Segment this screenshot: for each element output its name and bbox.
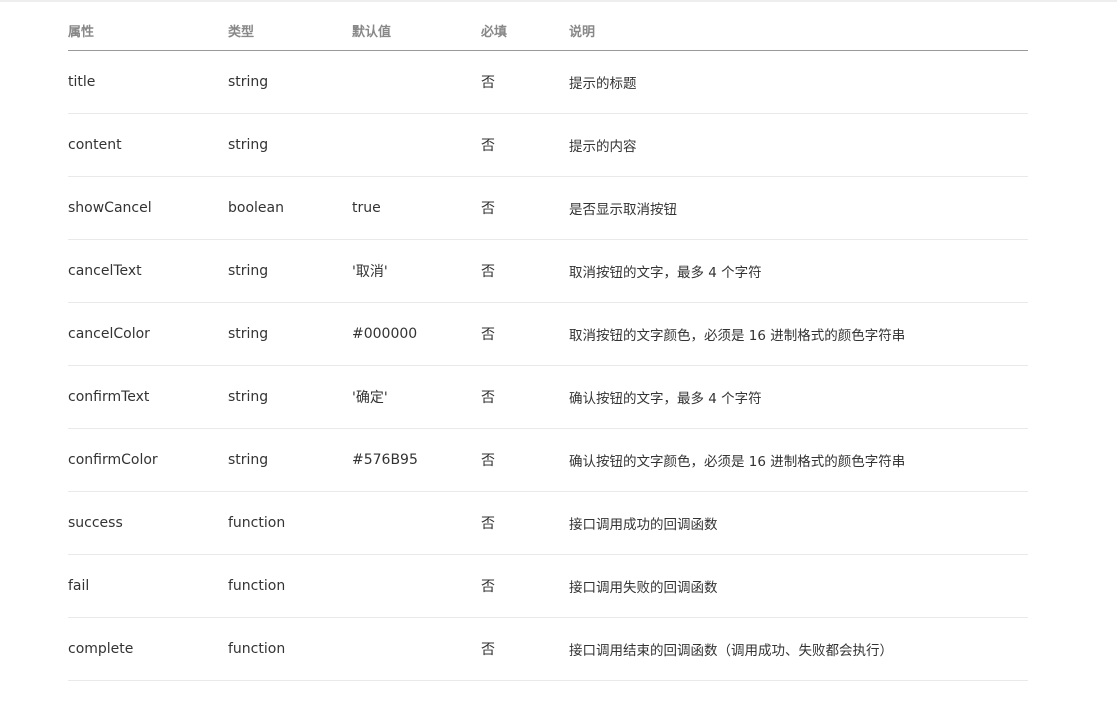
cell-type: string	[228, 302, 352, 366]
cell-type: function	[228, 617, 352, 681]
cell-required: 否	[481, 554, 569, 618]
cell-type: string	[228, 239, 352, 303]
cell-property: confirmColor	[68, 428, 228, 492]
table-row: success function 否 接口调用成功的回调函数	[68, 491, 1028, 555]
cell-default	[352, 617, 481, 681]
cell-property: content	[68, 113, 228, 177]
table-row: confirmColor string #576B95 否 确认按钮的文字颜色，…	[68, 428, 1028, 492]
cell-required: 否	[481, 491, 569, 555]
cell-required: 否	[481, 617, 569, 681]
cell-default	[352, 554, 481, 618]
cell-description: 提示的标题	[569, 50, 1028, 114]
cell-description: 接口调用成功的回调函数	[569, 491, 1028, 555]
cell-default	[352, 50, 481, 114]
cell-default: true	[352, 176, 481, 240]
cell-default	[352, 491, 481, 555]
table-header-row: 属性 类型 默认值 必填 说明	[68, 10, 1028, 51]
table-header: 属性 类型 默认值 必填 说明	[68, 10, 1028, 51]
cell-description: 接口调用结束的回调函数（调用成功、失败都会执行）	[569, 617, 1028, 681]
top-divider	[0, 0, 1117, 2]
cell-property: complete	[68, 617, 228, 681]
cell-type: string	[228, 113, 352, 177]
cell-property: title	[68, 50, 228, 114]
table-row: fail function 否 接口调用失败的回调函数	[68, 554, 1028, 618]
cell-type: function	[228, 554, 352, 618]
cell-required: 否	[481, 365, 569, 429]
cell-description: 取消按钮的文字颜色，必须是 16 进制格式的颜色字符串	[569, 302, 1028, 366]
table-row: confirmText string '确定' 否 确认按钮的文字，最多 4 个…	[68, 365, 1028, 429]
cell-property: cancelText	[68, 239, 228, 303]
cell-required: 否	[481, 113, 569, 177]
cell-default: #576B95	[352, 428, 481, 492]
cell-type: string	[228, 365, 352, 429]
header-description: 说明	[569, 10, 1028, 51]
cell-required: 否	[481, 176, 569, 240]
table-row: complete function 否 接口调用结束的回调函数（调用成功、失败都…	[68, 617, 1028, 681]
table-body: title string 否 提示的标题 content string 否 提示…	[68, 50, 1028, 681]
cell-required: 否	[481, 302, 569, 366]
cell-property: success	[68, 491, 228, 555]
cell-default: '确定'	[352, 365, 481, 429]
cell-description: 提示的内容	[569, 113, 1028, 177]
header-required: 必填	[481, 10, 569, 51]
cell-property: fail	[68, 554, 228, 618]
cell-required: 否	[481, 428, 569, 492]
header-default: 默认值	[352, 10, 481, 51]
parameter-table: 属性 类型 默认值 必填 说明 title string 否 提示的标题 con…	[68, 10, 1028, 681]
cell-property: showCancel	[68, 176, 228, 240]
table-row: showCancel boolean true 否 是否显示取消按钮	[68, 176, 1028, 240]
cell-property: cancelColor	[68, 302, 228, 366]
cell-default	[352, 113, 481, 177]
cell-required: 否	[481, 239, 569, 303]
table-row: cancelText string '取消' 否 取消按钮的文字，最多 4 个字…	[68, 239, 1028, 303]
cell-required: 否	[481, 50, 569, 114]
header-property: 属性	[68, 10, 228, 51]
cell-description: 取消按钮的文字，最多 4 个字符	[569, 239, 1028, 303]
cell-description: 确认按钮的文字，最多 4 个字符	[569, 365, 1028, 429]
cell-type: boolean	[228, 176, 352, 240]
cell-type: string	[228, 50, 352, 114]
table-row: cancelColor string #000000 否 取消按钮的文字颜色，必…	[68, 302, 1028, 366]
cell-description: 确认按钮的文字颜色，必须是 16 进制格式的颜色字符串	[569, 428, 1028, 492]
cell-description: 是否显示取消按钮	[569, 176, 1028, 240]
cell-description: 接口调用失败的回调函数	[569, 554, 1028, 618]
cell-default: '取消'	[352, 239, 481, 303]
cell-default: #000000	[352, 302, 481, 366]
cell-property: confirmText	[68, 365, 228, 429]
header-type: 类型	[228, 10, 352, 51]
cell-type: function	[228, 491, 352, 555]
cell-type: string	[228, 428, 352, 492]
table-row: title string 否 提示的标题	[68, 50, 1028, 114]
table-row: content string 否 提示的内容	[68, 113, 1028, 177]
